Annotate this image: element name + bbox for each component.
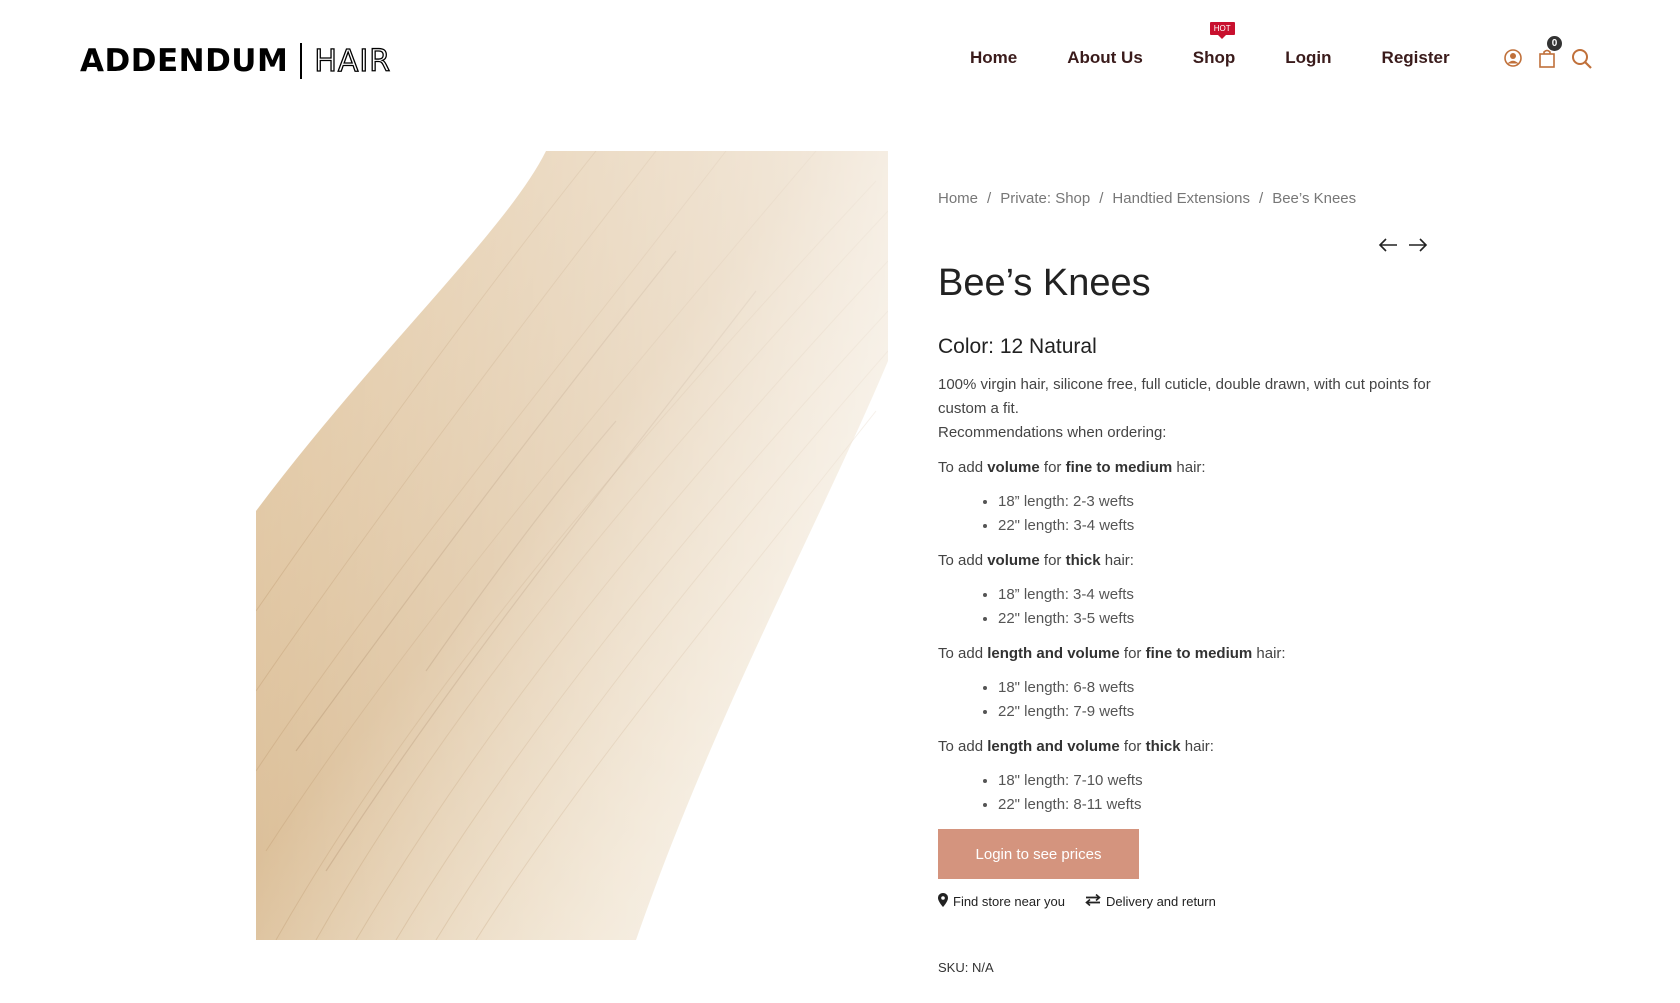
- list-item: 18" length: 7-10 wefts: [998, 769, 1438, 793]
- list-item: 22" length: 8-11 wefts: [998, 793, 1438, 817]
- rec-suffix: hair:: [1180, 738, 1214, 755]
- list-item: 18” length: 2-3 wefts: [998, 490, 1438, 514]
- breadcrumb-separator: /: [1259, 190, 1264, 207]
- product-info: Home / Private: Shop / Handtied Extensio…: [938, 190, 1438, 975]
- rec-what: length and volume: [987, 645, 1120, 662]
- rec-hair-type: thick: [1065, 552, 1101, 569]
- rec-what: volume: [987, 552, 1040, 569]
- nav-login[interactable]: Login: [1285, 48, 1331, 68]
- login-to-see-prices-button[interactable]: Login to see prices: [938, 829, 1139, 879]
- rec-mid: for: [1119, 645, 1146, 662]
- search-icon[interactable]: [1571, 48, 1592, 69]
- rec-suffix: hair:: [1172, 459, 1206, 476]
- rec-mid: for: [1039, 552, 1066, 569]
- recommendation-list: 18” length: 3-4 wefts 22" length: 3-5 we…: [938, 583, 1438, 631]
- recommendation-list: 18" length: 7-10 wefts 22" length: 8-11 …: [938, 769, 1438, 817]
- recommendation-heading: To add length and volume for fine to med…: [938, 645, 1438, 662]
- rec-prefix: To add: [938, 645, 988, 662]
- user-icon[interactable]: [1503, 48, 1523, 68]
- delivery-return-link[interactable]: Delivery and return: [1085, 893, 1216, 910]
- product-color: Color: 12 Natural: [938, 335, 1097, 358]
- exchange-arrows-icon: [1085, 893, 1101, 909]
- nav-register[interactable]: Register: [1382, 48, 1450, 68]
- rec-mid: for: [1039, 459, 1066, 476]
- main-nav: Home About Us HOT Shop Login Register: [970, 22, 1450, 68]
- rec-prefix: To add: [938, 459, 988, 476]
- rec-what: length and volume: [987, 738, 1120, 755]
- rec-hair-type: fine to medium: [1065, 459, 1173, 476]
- list-item: 18” length: 3-4 wefts: [998, 583, 1438, 607]
- site-header: ADDENDUM HAIR Home About Us HOT Shop Log…: [0, 0, 1680, 120]
- recommendation-heading: To add volume for fine to medium hair:: [938, 459, 1438, 476]
- map-pin-icon: [938, 893, 948, 910]
- find-store-link[interactable]: Find store near you: [938, 893, 1065, 910]
- logo-main-text: ADDENDUM: [80, 43, 289, 79]
- product-sku: SKU: N/A: [938, 960, 994, 975]
- recommendation-heading: To add length and volume for thick hair:: [938, 738, 1438, 755]
- rec-prefix: To add: [938, 552, 988, 569]
- list-item: 22" length: 3-4 wefts: [998, 514, 1438, 538]
- logo-sub-text: HAIR: [314, 43, 392, 79]
- product-description: 100% virgin hair, silicone free, full cu…: [938, 376, 1431, 417]
- list-item: 18" length: 6-8 wefts: [998, 676, 1438, 700]
- breadcrumb: Home / Private: Shop / Handtied Extensio…: [938, 190, 1438, 207]
- nav-home[interactable]: Home: [970, 48, 1017, 68]
- nav-shop-label: Shop: [1192, 48, 1236, 67]
- breadcrumb-current: Bee’s Knees: [1272, 190, 1357, 207]
- prev-product-arrow-icon[interactable]: [1378, 238, 1398, 257]
- product-title: Bee’s Knees: [938, 262, 1151, 304]
- nav-about-us[interactable]: About Us: [1067, 48, 1143, 68]
- recommendation-list: 18" length: 6-8 wefts 22" length: 7-9 we…: [938, 676, 1438, 724]
- product-image[interactable]: [256, 151, 888, 940]
- find-store-label: Find store near you: [953, 894, 1066, 909]
- cart-icon[interactable]: 0: [1537, 36, 1562, 68]
- list-item: 22" length: 3-5 wefts: [998, 607, 1438, 631]
- nav-shop[interactable]: HOT Shop: [1192, 22, 1236, 68]
- recommendation-list: 18” length: 2-3 wefts 22" length: 3-4 we…: [938, 490, 1438, 538]
- breadcrumb-category[interactable]: Handtied Extensions: [1112, 190, 1250, 207]
- header-icons: 0: [1503, 36, 1592, 69]
- logo-divider: [300, 43, 303, 79]
- rec-suffix: hair:: [1252, 645, 1286, 662]
- delivery-return-label: Delivery and return: [1106, 894, 1216, 909]
- rec-hair-type: fine to medium: [1145, 645, 1253, 662]
- breadcrumb-shop[interactable]: Private: Shop: [1000, 190, 1090, 207]
- cart-count-badge: 0: [1547, 36, 1562, 51]
- next-product-arrow-icon[interactable]: [1408, 238, 1428, 257]
- list-item: 22" length: 7-9 wefts: [998, 700, 1438, 724]
- breadcrumb-separator: /: [987, 190, 992, 207]
- product-navigation: [1378, 238, 1428, 257]
- rec-mid: for: [1119, 738, 1146, 755]
- rec-hair-type: thick: [1145, 738, 1181, 755]
- rec-prefix: To add: [938, 738, 988, 755]
- breadcrumb-separator: /: [1099, 190, 1104, 207]
- logo[interactable]: ADDENDUM HAIR: [80, 42, 391, 80]
- hot-badge: HOT: [1209, 22, 1235, 39]
- product-links: Find store near you Delivery and return: [938, 893, 1438, 910]
- rec-what: volume: [987, 459, 1040, 476]
- rec-suffix: hair:: [1100, 552, 1134, 569]
- breadcrumb-home[interactable]: Home: [938, 190, 978, 207]
- recommend-intro: Recommendations when ordering:: [938, 424, 1167, 441]
- recommendation-heading: To add volume for thick hair:: [938, 552, 1438, 569]
